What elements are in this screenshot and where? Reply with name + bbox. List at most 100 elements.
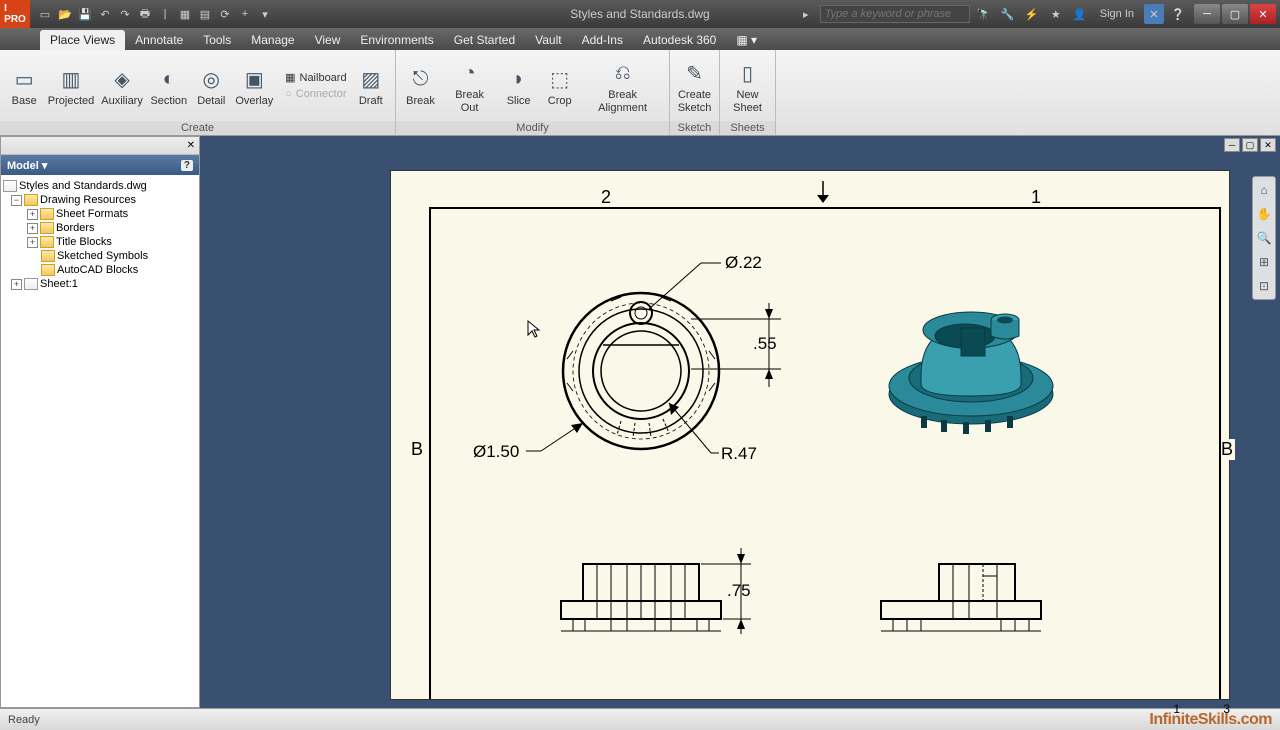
detail-button[interactable]: ◎Detail — [191, 61, 231, 109]
slice-button[interactable]: ◗Slice — [498, 61, 539, 109]
page-num-3: 3 — [1223, 702, 1230, 716]
sketch-icon: ✎ — [679, 57, 711, 89]
maximize-button[interactable]: ▢ — [1222, 4, 1248, 24]
qat-layer-icon[interactable]: ▦ — [176, 5, 194, 23]
binoculars-icon[interactable]: 🔭 — [974, 4, 994, 24]
dim-dia-large: Ø1.50 — [473, 442, 519, 461]
connector-button: ○Connector — [281, 87, 351, 101]
section-button[interactable]: ◐Section — [147, 61, 192, 109]
projected-button[interactable]: ▥Projected — [44, 61, 97, 109]
qat-undo-icon[interactable]: ↶ — [96, 5, 114, 23]
break-alignment-button[interactable]: ⎌Break Alignment — [580, 55, 665, 115]
slice-icon: ◗ — [503, 63, 535, 95]
page-num-1: 1 — [1173, 702, 1180, 716]
pan-icon[interactable]: ✋ — [1255, 205, 1273, 223]
tab-place-views[interactable]: Place Views — [40, 30, 125, 50]
tree-borders[interactable]: +Borders — [3, 221, 197, 235]
expand-icon[interactable]: + — [27, 237, 38, 248]
tree-title-blocks[interactable]: +Title Blocks — [3, 235, 197, 249]
sheet-icon — [24, 278, 38, 290]
status-bar: Ready InfiniteSkills.com — [0, 708, 1280, 730]
projected-icon: ▥ — [55, 63, 87, 95]
model-tree: Styles and Standards.dwg −Drawing Resour… — [1, 175, 199, 707]
minimize-button[interactable]: ─ — [1194, 4, 1220, 24]
browser-help-icon[interactable]: ? — [181, 160, 193, 171]
help-icon[interactable]: ❔ — [1168, 4, 1188, 24]
tab-autodesk-360[interactable]: Autodesk 360 — [633, 30, 726, 50]
user-icon[interactable]: 👤 — [1070, 4, 1090, 24]
overlay-button[interactable]: ▣Overlay — [231, 61, 277, 109]
qat-style-icon[interactable]: ▤ — [196, 5, 214, 23]
tree-sketched-symbols[interactable]: Sketched Symbols — [3, 249, 197, 263]
draft-button[interactable]: ▨Draft — [351, 61, 391, 109]
tree-resources[interactable]: −Drawing Resources — [3, 193, 197, 207]
canvas-maximize-icon[interactable]: ▢ — [1242, 138, 1258, 152]
zoom-all-icon[interactable]: ⊡ — [1255, 277, 1273, 295]
breakout-button[interactable]: ◔Break Out — [441, 55, 498, 115]
qat-sep: | — [156, 5, 174, 23]
signin-link[interactable]: Sign In — [1094, 8, 1140, 20]
zoom-window-icon[interactable]: ⊞ — [1255, 253, 1273, 271]
break-button[interactable]: ⎋Break — [400, 61, 441, 109]
qat-update-icon[interactable]: ⟳ — [216, 5, 234, 23]
nailboard-button[interactable]: ▦Nailboard — [281, 70, 351, 85]
drawing-sheet[interactable]: 2 1 B B — [390, 170, 1230, 700]
nailboard-icon: ▦ — [285, 71, 295, 84]
search-arrow-icon[interactable]: ▸ — [796, 4, 816, 24]
tab-manage[interactable]: Manage — [241, 30, 304, 50]
canvas-close-icon[interactable]: ✕ — [1260, 138, 1276, 152]
folder-icon — [41, 250, 55, 262]
panel-create-label: Create — [0, 121, 395, 135]
expand-icon[interactable]: + — [27, 223, 38, 234]
isometric-view — [889, 312, 1053, 434]
tab-vault[interactable]: Vault — [525, 30, 571, 50]
star-icon[interactable]: ★ — [1046, 4, 1066, 24]
tree-root[interactable]: Styles and Standards.dwg — [3, 179, 197, 193]
zoom-icon[interactable]: 🔍 — [1255, 229, 1273, 247]
search-input[interactable] — [820, 5, 970, 23]
title-bar: IPRO ▭ 📂 💾 ↶ ↷ 🖶 | ▦ ▤ ⟳ + ▾ Styles and … — [0, 0, 1280, 28]
auxiliary-icon: ◈ — [106, 63, 138, 95]
dim-section-height: .75 — [727, 581, 751, 600]
browser-close-icon[interactable]: ✕ — [185, 140, 197, 151]
base-button[interactable]: ▭Base — [4, 61, 44, 109]
model-browser-panel: ✕ Model ▾ ? Styles and Standards.dwg −Dr… — [0, 136, 200, 708]
tab-add-ins[interactable]: Add-Ins — [572, 30, 633, 50]
qat-open-icon[interactable]: 📂 — [56, 5, 74, 23]
tab-view[interactable]: View — [305, 30, 351, 50]
key-icon[interactable]: 🔧 — [998, 4, 1018, 24]
tree-sheet-formats[interactable]: +Sheet Formats — [3, 207, 197, 221]
drawing-canvas[interactable]: ─ ▢ ✕ ⌂ ✋ 🔍 ⊞ ⊡ 2 1 B B — [200, 136, 1280, 708]
qat-save-icon[interactable]: 💾 — [76, 5, 94, 23]
top-view: Ø.22 .55 Ø1.50 R — [473, 253, 781, 463]
create-sketch-button[interactable]: ✎Create Sketch — [674, 55, 715, 115]
tab-get-started[interactable]: Get Started — [444, 30, 525, 50]
new-sheet-button[interactable]: ▯New Sheet — [724, 55, 771, 115]
qat-print-icon[interactable]: 🖶 — [136, 5, 154, 23]
qat-new-icon[interactable]: ▭ — [36, 5, 54, 23]
qat-redo-icon[interactable]: ↷ — [116, 5, 134, 23]
app-logo[interactable]: IPRO — [0, 0, 30, 28]
collapse-icon[interactable]: − — [11, 195, 22, 206]
tab-extra-icon[interactable]: ▦ ▾ — [726, 30, 767, 50]
x-icon[interactable]: ✕ — [1144, 4, 1164, 24]
tab-annotate[interactable]: Annotate — [125, 30, 193, 50]
canvas-minimize-icon[interactable]: ─ — [1224, 138, 1240, 152]
panel-sheets-label: Sheets — [720, 121, 775, 135]
auxiliary-button[interactable]: ◈Auxiliary — [98, 61, 147, 109]
qat-plus-icon[interactable]: + — [236, 5, 254, 23]
crop-button[interactable]: ⬚Crop — [539, 61, 580, 109]
home-view-icon[interactable]: ⌂ — [1255, 181, 1273, 199]
tab-environments[interactable]: Environments — [350, 30, 443, 50]
expand-icon[interactable]: + — [27, 209, 38, 220]
qat-dropdown-icon[interactable]: ▾ — [256, 5, 274, 23]
tree-sheet1[interactable]: +Sheet:1 — [3, 277, 197, 291]
tab-tools[interactable]: Tools — [193, 30, 241, 50]
expand-icon[interactable]: + — [11, 279, 22, 290]
quick-access-toolbar: ▭ 📂 💾 ↶ ↷ 🖶 | ▦ ▤ ⟳ + ▾ — [30, 5, 280, 23]
dim-dia-small: Ø.22 — [725, 253, 762, 272]
lightning-icon[interactable]: ⚡ — [1022, 4, 1042, 24]
browser-header[interactable]: Model ▾ ? — [1, 155, 199, 175]
tree-autocad-blocks[interactable]: AutoCAD Blocks — [3, 263, 197, 277]
close-button[interactable]: ✕ — [1250, 4, 1276, 24]
